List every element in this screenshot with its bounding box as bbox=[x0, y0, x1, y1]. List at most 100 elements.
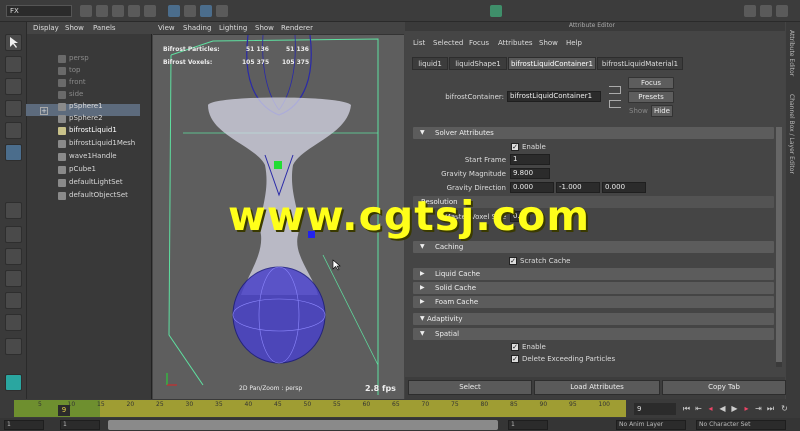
time-slider-track[interactable] bbox=[14, 400, 626, 417]
open-scene-icon[interactable] bbox=[96, 5, 108, 17]
scale-tool-icon[interactable] bbox=[5, 144, 22, 161]
section-liquid-cache[interactable]: ▶ Liquid Cache bbox=[413, 268, 774, 280]
outliner-item[interactable]: wave1Handle bbox=[69, 150, 117, 162]
viewport-menu-shading[interactable]: Shading bbox=[183, 24, 211, 32]
render-icon[interactable] bbox=[490, 5, 502, 17]
viewport-menu-renderer[interactable]: Renderer bbox=[281, 24, 313, 32]
range-inner-start-field[interactable]: 1 bbox=[60, 420, 100, 430]
copy-tab-button[interactable]: Copy Tab bbox=[662, 380, 786, 395]
attribute-editor-dock-tab[interactable]: Attribute Editor bbox=[788, 30, 795, 76]
ae-menu-attributes[interactable]: Attributes bbox=[498, 39, 533, 47]
delete-exceeding-checkbox[interactable]: ✓ bbox=[511, 355, 519, 363]
spatial-enable-checkbox[interactable]: ✓ bbox=[511, 343, 519, 351]
layout-persp-graph-icon[interactable] bbox=[5, 292, 22, 309]
step-back-frame-icon[interactable]: ◂ bbox=[706, 404, 715, 413]
range-end-field[interactable]: 1 bbox=[508, 420, 548, 430]
step-back-key-icon[interactable]: ⇤ bbox=[694, 404, 703, 413]
lasso-tool-icon[interactable] bbox=[5, 56, 22, 73]
step-forward-key-icon[interactable]: ⇥ bbox=[754, 404, 763, 413]
go-to-end-icon[interactable]: ⏭ bbox=[766, 404, 775, 413]
redo-icon[interactable] bbox=[144, 5, 156, 17]
outliner-item[interactable]: defaultLightSet bbox=[69, 176, 123, 188]
time-slider-cursor[interactable]: 9 bbox=[58, 405, 70, 416]
outliner-item[interactable]: defaultObjectSet bbox=[69, 189, 128, 201]
layout-two-icon[interactable] bbox=[5, 248, 22, 265]
outliner-menu-show[interactable]: Show bbox=[65, 24, 84, 32]
outliner-menu-panels[interactable]: Panels bbox=[93, 24, 116, 32]
node-name-field[interactable]: bifrostLiquidContainer1 bbox=[507, 91, 601, 102]
paint-select-tool-icon[interactable] bbox=[5, 78, 22, 95]
solver-enable-checkbox[interactable]: ✓ bbox=[511, 143, 519, 151]
tab-liquidshape1[interactable]: liquidShape1 bbox=[449, 57, 507, 70]
scratch-cache-checkbox[interactable]: ✓ bbox=[509, 257, 517, 265]
character-set-dropdown[interactable]: No Character Set bbox=[696, 420, 786, 430]
loop-icon[interactable]: ↻ bbox=[780, 404, 789, 413]
hide-button[interactable]: Hide bbox=[651, 105, 673, 117]
undo-icon[interactable] bbox=[128, 5, 140, 17]
section-caching[interactable]: ▼ Caching bbox=[413, 241, 774, 253]
layout-single-icon[interactable] bbox=[5, 202, 22, 219]
layout-custom-icon[interactable] bbox=[5, 338, 22, 355]
rotate-tool-icon[interactable] bbox=[5, 122, 22, 139]
viewport-menu-view[interactable]: View bbox=[158, 24, 175, 32]
outliner-item-selected[interactable]: bifrostLiquid1 bbox=[69, 124, 117, 136]
tab-bifrostliquidmaterial1[interactable]: bifrostLiquidMaterial1 bbox=[597, 57, 683, 70]
section-adaptivity[interactable]: ▼ Adaptivity bbox=[413, 313, 774, 325]
tab-bifrostliquidcontainer1[interactable]: bifrostLiquidContainer1 bbox=[508, 57, 596, 70]
presets-button[interactable]: Presets bbox=[628, 91, 674, 103]
outliner-menu-display[interactable]: Display bbox=[33, 24, 59, 32]
range-start-field[interactable]: 1 bbox=[4, 420, 44, 430]
layout-four-icon[interactable] bbox=[5, 226, 22, 243]
range-slider-bar[interactable] bbox=[108, 420, 498, 430]
menu-set-dropdown[interactable]: FX bbox=[6, 5, 72, 17]
select-by-object-icon[interactable] bbox=[184, 5, 196, 17]
viewport-menu-show[interactable]: Show bbox=[255, 24, 274, 32]
focus-button[interactable]: Focus bbox=[628, 77, 674, 89]
outliner-item[interactable]: pCube1 bbox=[69, 163, 96, 175]
ae-menu-selected[interactable]: Selected bbox=[433, 39, 463, 47]
section-solid-cache[interactable]: ▶ Solid Cache bbox=[413, 282, 774, 294]
toggle-tool-settings-icon[interactable] bbox=[776, 5, 788, 17]
select-button[interactable]: Select bbox=[408, 380, 532, 395]
section-foam-cache[interactable]: ▶ Foam Cache bbox=[413, 296, 774, 308]
gravity-magnitude-field[interactable]: 9.800 bbox=[510, 168, 550, 179]
ae-scrollbar-thumb[interactable] bbox=[776, 127, 782, 362]
outliner-item[interactable]: persp bbox=[69, 52, 89, 64]
select-tool-icon[interactable] bbox=[5, 34, 22, 51]
select-by-component-icon[interactable] bbox=[200, 5, 212, 17]
go-to-start-icon[interactable]: ⏮ bbox=[682, 404, 691, 413]
viewport-menu-lighting[interactable]: Lighting bbox=[219, 24, 247, 32]
toggle-channel-box-icon[interactable] bbox=[760, 5, 772, 17]
show-button[interactable]: Show bbox=[629, 107, 648, 115]
ae-menu-list[interactable]: List bbox=[413, 39, 425, 47]
anim-layer-dropdown[interactable]: No Anim Layer bbox=[616, 420, 686, 430]
section-solver-attributes[interactable]: ▼ Solver Attributes bbox=[413, 127, 774, 139]
section-spatial[interactable]: ▼ Spatial bbox=[413, 328, 774, 340]
ae-menu-focus[interactable]: Focus bbox=[469, 39, 489, 47]
gravity-direction-z[interactable]: 0.000 bbox=[602, 182, 646, 193]
step-forward-frame-icon[interactable]: ▸ bbox=[742, 404, 751, 413]
outliner-item[interactable]: front bbox=[69, 76, 86, 88]
start-frame-field[interactable]: 1 bbox=[510, 154, 550, 165]
select-by-hierarchy-icon[interactable] bbox=[168, 5, 180, 17]
play-forwards-icon[interactable]: ▶ bbox=[730, 404, 739, 413]
ae-menu-help[interactable]: Help bbox=[566, 39, 582, 47]
new-scene-icon[interactable] bbox=[80, 5, 92, 17]
ae-menu-show[interactable]: Show bbox=[539, 39, 558, 47]
snap-grid-icon[interactable] bbox=[216, 5, 228, 17]
toggle-attribute-editor-icon[interactable] bbox=[744, 5, 756, 17]
outliner-item[interactable]: top bbox=[69, 64, 80, 76]
outliner-item[interactable]: pSphere1 bbox=[69, 100, 103, 112]
play-backwards-icon[interactable]: ◀ bbox=[718, 404, 727, 413]
outliner-item[interactable]: pSphere2 bbox=[69, 112, 103, 124]
output-connection-icon[interactable] bbox=[609, 100, 621, 108]
channel-box-dock-tab[interactable]: Channel Box / Layer Editor bbox=[788, 94, 795, 174]
current-frame-field[interactable]: 9 bbox=[634, 403, 676, 415]
save-scene-icon[interactable] bbox=[112, 5, 124, 17]
outliner-item[interactable]: bifrostLiquid1Mesh bbox=[69, 137, 135, 149]
load-attributes-button[interactable]: Load Attributes bbox=[534, 380, 660, 395]
move-tool-icon[interactable] bbox=[5, 100, 22, 117]
outliner-item[interactable]: side bbox=[69, 88, 83, 100]
expand-icon[interactable]: + bbox=[40, 107, 48, 115]
tab-liquid1[interactable]: liquid1 bbox=[412, 57, 448, 70]
